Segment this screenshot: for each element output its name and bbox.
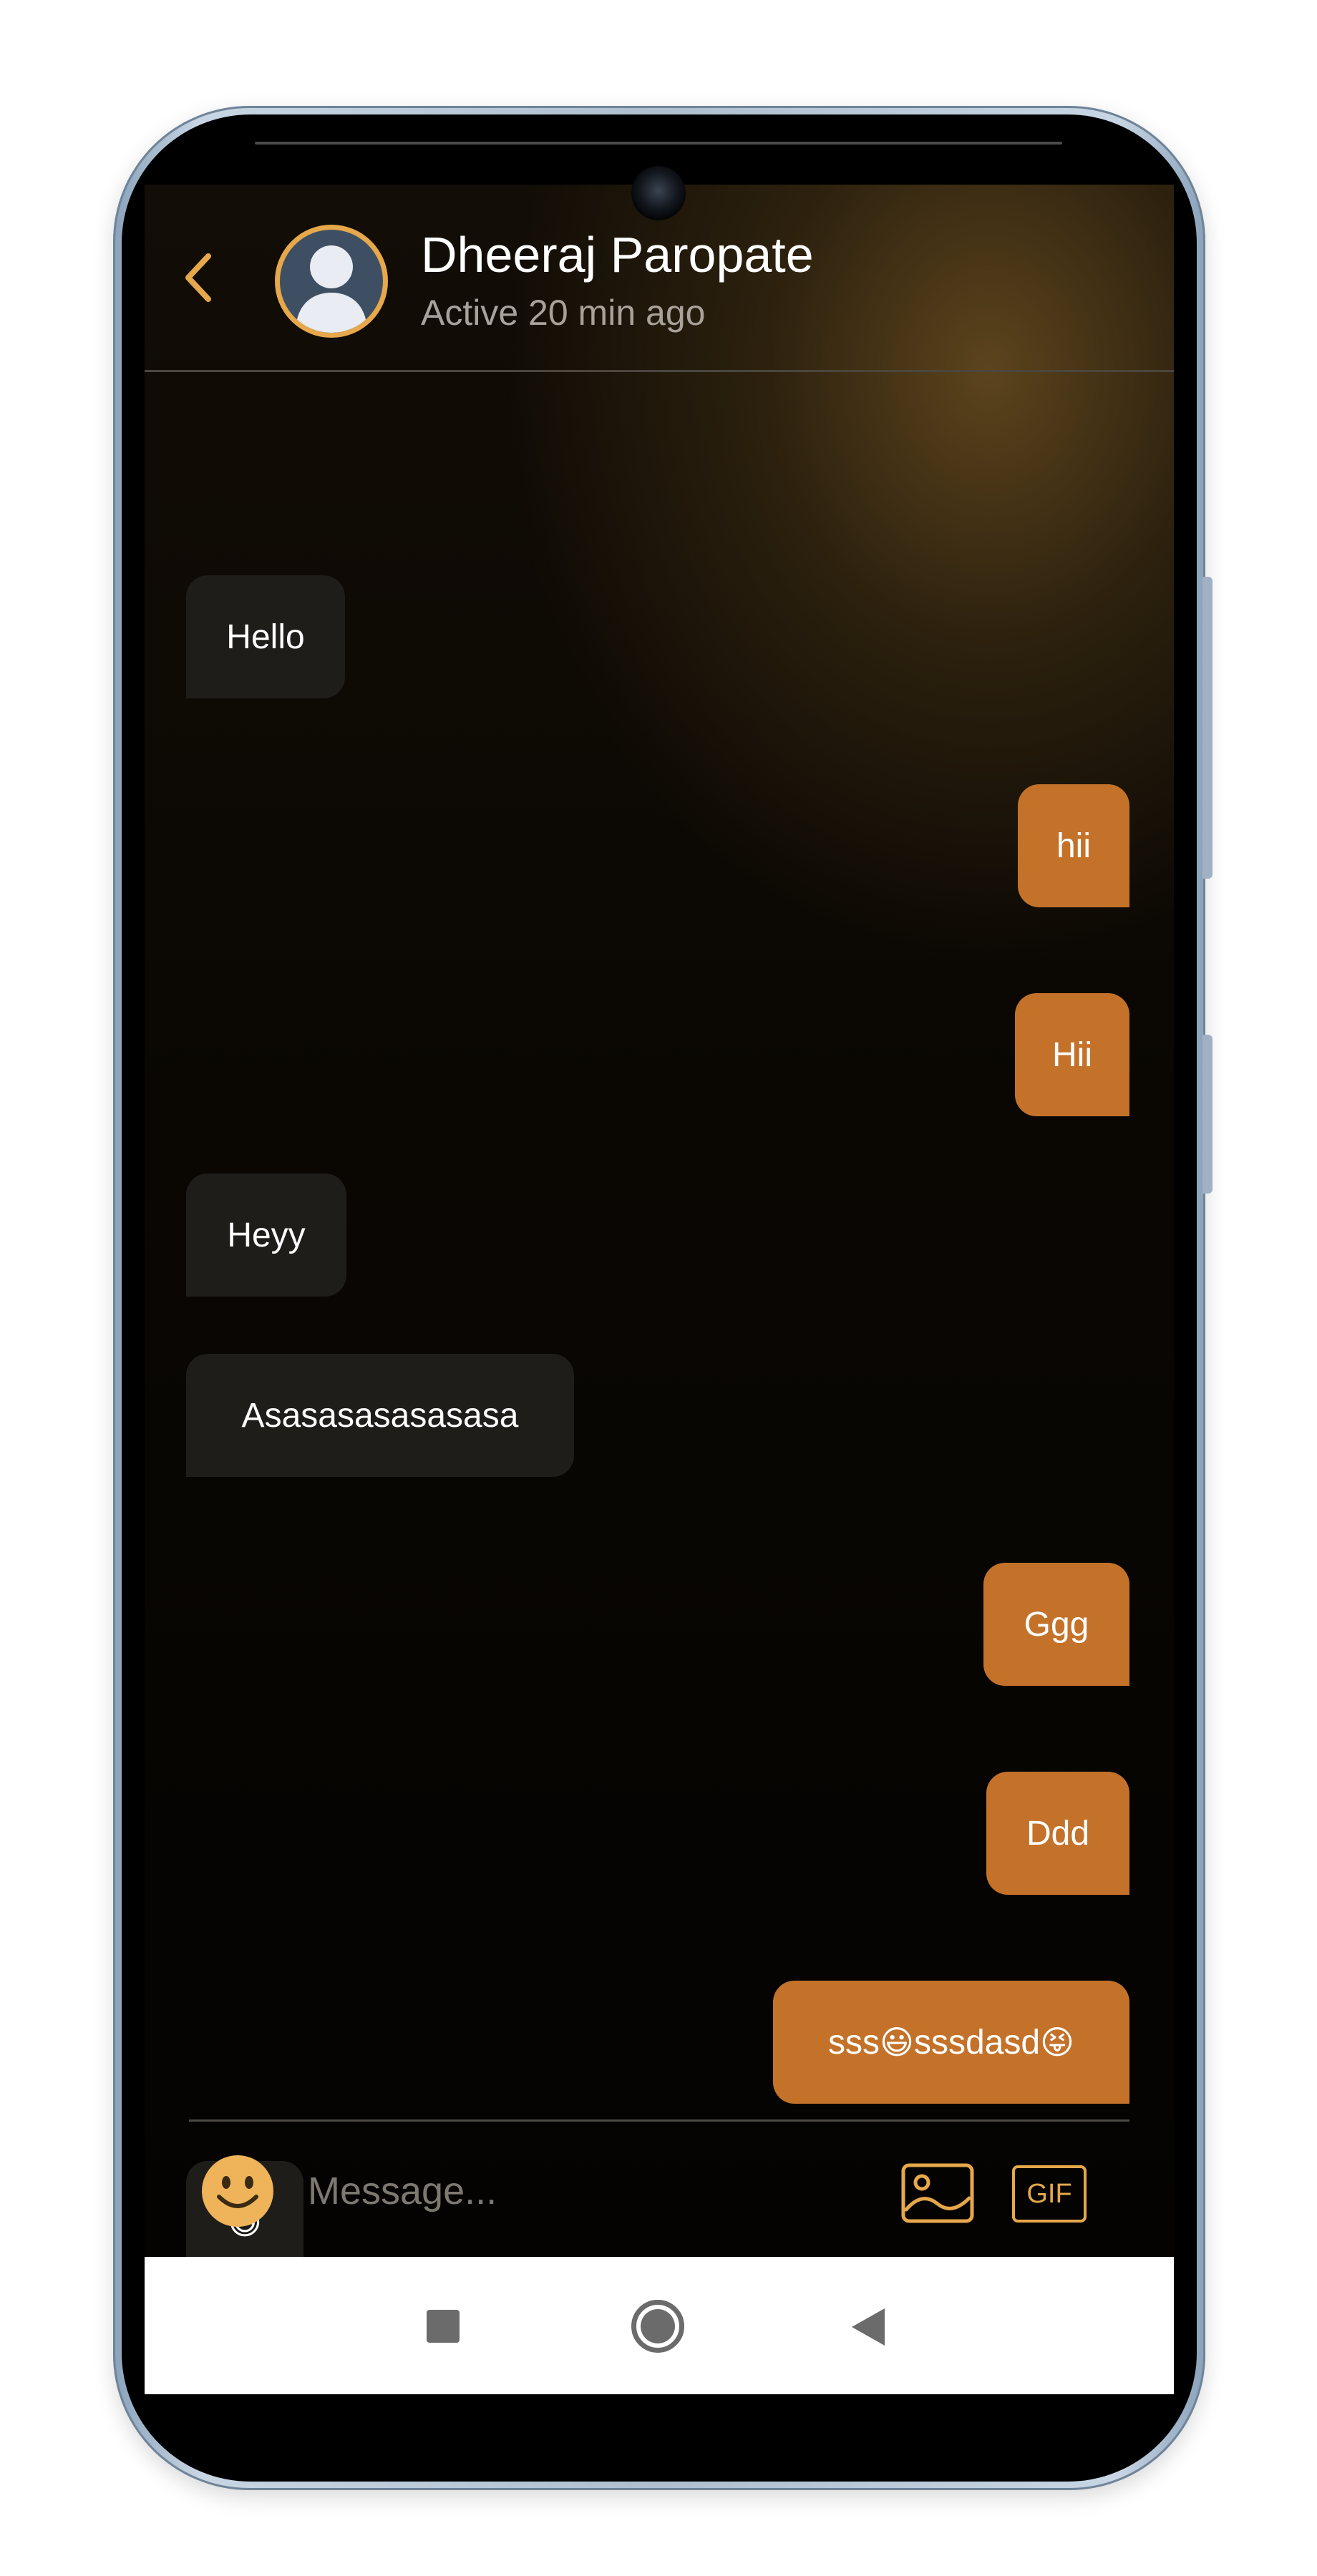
chevron-left-icon (185, 253, 211, 302)
triangle-back-icon (852, 2308, 885, 2346)
message-bubble-incoming[interactable]: Hello (186, 575, 345, 698)
message-text-part: sss (827, 2023, 880, 2062)
message-text-part: sssdasd (913, 2023, 1041, 2062)
back-button[interactable] (175, 250, 223, 305)
recents-button[interactable] (427, 2310, 460, 2343)
message-text: Hii (1052, 1035, 1092, 1074)
message-text: Hello (226, 618, 305, 656)
message-list: Hello hii Hii Heyy Asasasasasasasa Ggg D… (145, 372, 1174, 2257)
gif-button[interactable]: GIF (1012, 2165, 1087, 2223)
message-bubble-incoming[interactable]: Asasasasasasasa (186, 1354, 574, 1477)
message-text: Asasasasasasasa (241, 1396, 519, 1435)
system-nav-bar (145, 2257, 1174, 2394)
contact-status: Active 20 min ago (421, 293, 706, 333)
message-bubble-outgoing[interactable]: Hii (1015, 993, 1129, 1116)
message-input[interactable] (308, 2160, 866, 2223)
nav-back-button[interactable] (850, 2307, 886, 2350)
avatar[interactable] (275, 225, 388, 338)
message-text: Ggg (1024, 1605, 1089, 1644)
front-camera (631, 166, 686, 220)
attach-image-button[interactable] (900, 2162, 975, 2224)
user-silhouette-icon (296, 245, 367, 333)
composer-divider (189, 2119, 1129, 2122)
message-text: Heyy (227, 1216, 306, 1254)
tongue-out-emoji: 😝 (1040, 2023, 1075, 2062)
home-button[interactable] (631, 2300, 684, 2353)
message-bubble-outgoing[interactable]: Ddd (986, 1772, 1129, 1895)
message-bubble-outgoing[interactable]: sss 😃 sssdasd 😝 (773, 1981, 1129, 2104)
gif-label: GIF (1026, 2178, 1072, 2209)
message-bubble-incoming[interactable]: Heyy (186, 1174, 346, 1297)
emoji-button[interactable] (200, 2154, 275, 2228)
image-icon (901, 2163, 974, 2223)
circle-icon (641, 2309, 675, 2343)
message-bubble-outgoing[interactable]: Ggg (983, 1563, 1129, 1686)
volume-button (1202, 1035, 1212, 1194)
grinning-emoji: 😃 (879, 2023, 914, 2062)
earpiece-speaker (255, 142, 1062, 145)
message-text: Ddd (1026, 1814, 1090, 1853)
smiley-face-icon (202, 2155, 273, 2227)
message-bubble-outgoing[interactable]: hii (1018, 784, 1129, 907)
chat-screen: Dheeraj Paropate Active 20 min ago Hello… (145, 185, 1174, 2257)
message-text: hii (1056, 826, 1092, 865)
power-button (1202, 577, 1212, 879)
contact-name: Dheeraj Paropate (421, 227, 814, 283)
